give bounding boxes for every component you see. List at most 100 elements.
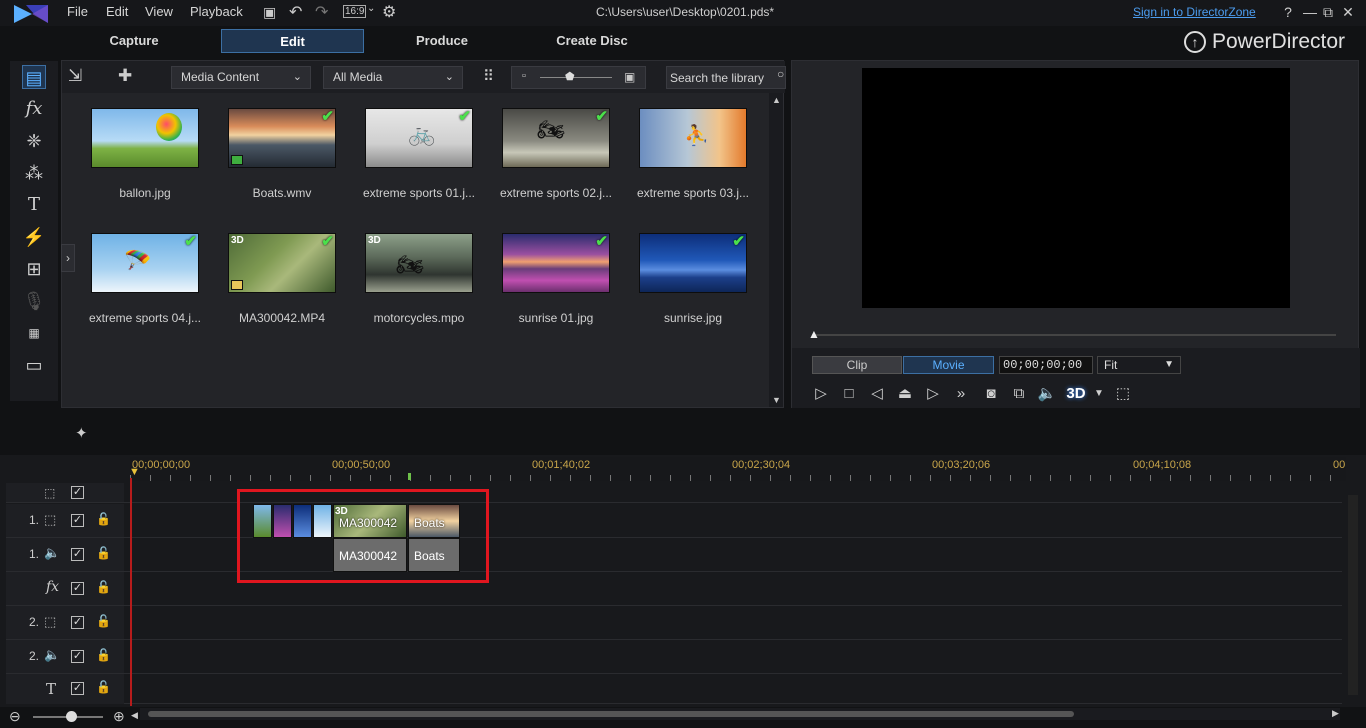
plugin-icon[interactable]: ✚ (118, 66, 132, 86)
track-enable-checkbox[interactable]: ✓ (71, 582, 84, 595)
timecode-display[interactable]: 00;00;00;00 (999, 356, 1093, 374)
help-button[interactable]: ? (1279, 4, 1297, 20)
library-scrollbar[interactable]: ▲ ▼ (769, 93, 783, 407)
magic-tools-icon[interactable]: ✦ (75, 424, 88, 442)
zoom-slider-handle[interactable] (66, 711, 77, 722)
title-room-icon[interactable]: T (22, 193, 46, 217)
library-item[interactable]: 🏍 ✔ extreme sports 02.j... (500, 108, 621, 200)
scroll-thumb[interactable] (148, 711, 1074, 717)
close-icon[interactable]: ✕ (1339, 4, 1357, 21)
minimize-icon[interactable]: — (1301, 4, 1319, 20)
check-icon: ✔ (321, 108, 334, 125)
restore-icon[interactable]: ⧉ (1319, 4, 1337, 21)
scroll-up-icon[interactable]: ▲ (772, 95, 781, 105)
library-item[interactable]: ballon.jpg (91, 108, 210, 200)
media-content-dropdown[interactable]: Media Content ⌄ (171, 66, 311, 89)
tab-edit[interactable]: Edit (221, 29, 364, 53)
split-icon[interactable]: ⏏ (894, 384, 916, 404)
library-item[interactable]: 3D 🏍 motorcycles.mpo (365, 233, 484, 325)
signin-link[interactable]: Sign in to DirectorZone (1133, 5, 1256, 19)
particle-room-icon[interactable]: ⁂ (22, 161, 46, 185)
playhead[interactable] (130, 478, 132, 706)
save-icon[interactable]: ▣ (263, 4, 276, 21)
menu-playback[interactable]: Playback (190, 4, 243, 19)
chevron-down-icon[interactable]: ⌄ (367, 3, 375, 14)
library-item[interactable]: ✔ sunrise 01.jpg (502, 233, 621, 325)
stop-icon[interactable]: □ (838, 384, 860, 404)
fx-room-icon[interactable]: fx (22, 97, 46, 121)
thumbnail-extreme-sports-02: 🏍 ✔ (502, 108, 610, 168)
aspect-ratio-button[interactable]: 16:9 (343, 5, 367, 18)
track-enable-checkbox[interactable]: ✓ (71, 486, 84, 499)
pip-room-icon[interactable]: ❈ (22, 129, 46, 153)
search-input[interactable]: Search the library (666, 66, 786, 89)
scroll-down-icon[interactable]: ▼ (772, 395, 781, 405)
media-room-icon[interactable]: ▤ (22, 65, 46, 89)
chapter-room-icon[interactable]: ▦ (22, 321, 46, 345)
chevron-down-icon[interactable]: ▼ (1088, 384, 1110, 404)
3d-mode-button[interactable]: 3D (1065, 384, 1087, 404)
timeline-ruler[interactable]: 00;00;00;00 00;00;50;00 00;01;40;02 00;0… (130, 457, 1346, 481)
upload-icon: ↑ (1184, 31, 1206, 54)
gear-icon[interactable]: ⚙ (382, 2, 396, 22)
seek-bar[interactable] (812, 334, 1336, 336)
lock-icon[interactable]: 🔓 (96, 580, 111, 594)
redo-icon[interactable]: ↷ (315, 2, 328, 22)
zoom-fit-dropdown[interactable]: Fit ▼ (1097, 356, 1181, 374)
grid-view-icon[interactable]: ⠿ (483, 67, 494, 85)
search-icon[interactable]: ○ (777, 67, 784, 81)
lock-icon[interactable]: 🔓 (96, 512, 111, 526)
seek-handle[interactable]: ▲ (808, 327, 820, 341)
caption-room-icon[interactable]: ▭ (22, 353, 46, 377)
scroll-left-icon[interactable]: ◀ (131, 710, 138, 721)
track-enable-checkbox[interactable]: ✓ (71, 682, 84, 695)
library-item[interactable]: ✔ sunrise.jpg (639, 233, 758, 325)
preview-quality-icon[interactable]: ⧉ (1008, 384, 1030, 404)
track-enable-checkbox[interactable]: ✓ (71, 616, 84, 629)
menu-edit[interactable]: Edit (106, 4, 128, 19)
timeline-horizontal-scrollbar[interactable]: ▶ (140, 708, 1340, 720)
tab-capture[interactable]: Capture (84, 29, 184, 53)
volume-icon[interactable]: 🔈 (1036, 384, 1058, 404)
thumbnail-size-slider[interactable]: ▫ ⬟ ▣ (511, 66, 646, 89)
library-item[interactable]: 🚲 ✔ extreme sports 01.j... (363, 108, 484, 200)
slider-handle[interactable]: ⬟ (565, 70, 575, 83)
play-icon[interactable]: ▷ (810, 384, 832, 404)
video-track-icon: ⬚ (44, 614, 57, 629)
lock-icon[interactable]: 🔓 (96, 648, 111, 662)
library-item[interactable]: ✔ Boats.wmv (228, 108, 347, 200)
previous-frame-icon[interactable]: ◁ (866, 384, 888, 404)
lock-icon[interactable]: 🔓 (96, 680, 111, 694)
lock-icon[interactable]: 🔓 (96, 546, 111, 560)
playhead-handle[interactable]: ▼ (129, 466, 140, 478)
next-frame-icon[interactable]: ▷ (922, 384, 944, 404)
expand-panel-button[interactable]: › (61, 244, 75, 272)
lock-icon[interactable]: 🔓 (96, 614, 111, 628)
library-item[interactable]: 🪂 ✔ extreme sports 04.j... (89, 233, 210, 325)
tab-produce[interactable]: Produce (392, 29, 492, 53)
tab-create-disc[interactable]: Create Disc (532, 29, 652, 53)
timeline-vertical-scrollbar[interactable] (1348, 495, 1358, 695)
track-enable-checkbox[interactable]: ✓ (71, 514, 84, 527)
clip-mode-button[interactable]: Clip (812, 356, 902, 374)
menu-view[interactable]: View (145, 4, 173, 19)
media-content-value: Media Content (181, 70, 260, 84)
subtitle-room-icon[interactable]: ⊞ (22, 257, 46, 281)
transition-room-icon[interactable]: ⚡ (22, 225, 46, 249)
zoom-in-icon[interactable]: ⊕ (113, 708, 125, 725)
track-enable-checkbox[interactable]: ✓ (71, 650, 84, 663)
library-item[interactable]: 3D ✔ MA300042.MP4 (228, 233, 347, 325)
undock-icon[interactable]: ⬚ (1112, 384, 1134, 404)
library-item[interactable]: ⛹ extreme sports 03.j... (637, 108, 758, 200)
scroll-right-icon[interactable]: ▶ (1332, 708, 1339, 719)
import-media-icon[interactable]: ⇲ (68, 66, 82, 86)
menu-file[interactable]: File (67, 4, 88, 19)
fast-forward-icon[interactable]: » (950, 384, 972, 404)
movie-mode-button[interactable]: Movie (903, 356, 994, 374)
snapshot-icon[interactable]: ◙ (980, 384, 1002, 404)
microphone-icon[interactable]: 🎙 (22, 289, 46, 313)
media-filter-dropdown[interactable]: All Media ⌄ (323, 66, 463, 89)
zoom-out-icon[interactable]: ⊖ (9, 708, 21, 725)
undo-icon[interactable]: ↶ (289, 2, 302, 22)
track-enable-checkbox[interactable]: ✓ (71, 548, 84, 561)
